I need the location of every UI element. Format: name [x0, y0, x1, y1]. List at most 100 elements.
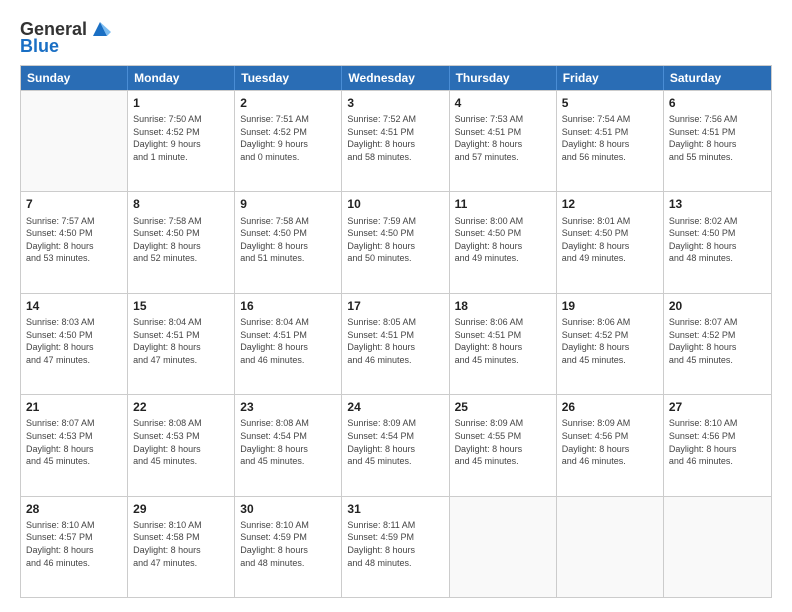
cell-info: Sunrise: 8:10 AMSunset: 4:56 PMDaylight:… — [669, 417, 766, 467]
header: General Blue — [20, 18, 772, 57]
cell-info: Sunrise: 7:59 AMSunset: 4:50 PMDaylight:… — [347, 215, 443, 265]
cell-info: Sunrise: 7:52 AMSunset: 4:51 PMDaylight:… — [347, 113, 443, 163]
calendar-day-header: Saturday — [664, 66, 771, 90]
calendar-row: 28 Sunrise: 8:10 AMSunset: 4:57 PMDayligh… — [21, 496, 771, 597]
calendar-day-header: Monday — [128, 66, 235, 90]
calendar-cell: 24 Sunrise: 8:09 AMSunset: 4:54 PMDayligh… — [342, 395, 449, 495]
calendar-cell: 1 Sunrise: 7:50 AMSunset: 4:52 PMDaylight… — [128, 91, 235, 191]
calendar-cell: 5 Sunrise: 7:54 AMSunset: 4:51 PMDaylight… — [557, 91, 664, 191]
cell-info: Sunrise: 8:06 AMSunset: 4:51 PMDaylight:… — [455, 316, 551, 366]
day-number: 7 — [26, 196, 122, 212]
day-number: 23 — [240, 399, 336, 415]
calendar-cell: 31Sunrise: 8:11 AMSunset: 4:59 PMDayligh… — [342, 497, 449, 597]
day-number: 15 — [133, 298, 229, 314]
calendar-row: 7 Sunrise: 7:57 AMSunset: 4:50 PMDaylight… — [21, 191, 771, 292]
calendar-header: SundayMondayTuesdayWednesdayThursdayFrid… — [21, 66, 771, 90]
day-number: 25 — [455, 399, 551, 415]
calendar-cell: 4 Sunrise: 7:53 AMSunset: 4:51 PMDaylight… — [450, 91, 557, 191]
calendar-cell: 6 Sunrise: 7:56 AMSunset: 4:51 PMDaylight… — [664, 91, 771, 191]
calendar-day-header: Tuesday — [235, 66, 342, 90]
cell-info: Sunrise: 8:09 AMSunset: 4:56 PMDaylight:… — [562, 417, 658, 467]
cell-info: Sunrise: 7:54 AMSunset: 4:51 PMDaylight:… — [562, 113, 658, 163]
day-number: 12 — [562, 196, 658, 212]
cell-info: Sunrise: 7:58 AMSunset: 4:50 PMDaylight:… — [133, 215, 229, 265]
day-number: 4 — [455, 95, 551, 111]
calendar-cell: 25 Sunrise: 8:09 AMSunset: 4:55 PMDayligh… — [450, 395, 557, 495]
calendar: SundayMondayTuesdayWednesdayThursdayFrid… — [20, 65, 772, 598]
cell-info: Sunrise: 7:57 AMSunset: 4:50 PMDaylight:… — [26, 215, 122, 265]
cell-info: Sunrise: 8:09 AMSunset: 4:55 PMDaylight:… — [455, 417, 551, 467]
calendar-cell — [450, 497, 557, 597]
cell-info: Sunrise: 8:02 AMSunset: 4:50 PMDaylight:… — [669, 215, 766, 265]
day-number: 17 — [347, 298, 443, 314]
day-number: 27 — [669, 399, 766, 415]
day-number: 16 — [240, 298, 336, 314]
calendar-cell: 26 Sunrise: 8:09 AMSunset: 4:56 PMDayligh… — [557, 395, 664, 495]
cell-info: Sunrise: 8:06 AMSunset: 4:52 PMDaylight:… — [562, 316, 658, 366]
calendar-cell: 8 Sunrise: 7:58 AMSunset: 4:50 PMDaylight… — [128, 192, 235, 292]
cell-info: Sunrise: 8:11 AMSunset: 4:59 PMDaylight:… — [347, 519, 443, 569]
calendar-cell: 22 Sunrise: 8:08 AMSunset: 4:53 PMDayligh… — [128, 395, 235, 495]
day-number: 24 — [347, 399, 443, 415]
calendar-cell: 7 Sunrise: 7:57 AMSunset: 4:50 PMDaylight… — [21, 192, 128, 292]
calendar-cell: 27 Sunrise: 8:10 AMSunset: 4:56 PMDayligh… — [664, 395, 771, 495]
calendar-cell: 10 Sunrise: 7:59 AMSunset: 4:50 PMDayligh… — [342, 192, 449, 292]
calendar-cell: 21Sunrise: 8:07 AMSunset: 4:53 PMDayligh… — [21, 395, 128, 495]
calendar-cell: 11 Sunrise: 8:00 AMSunset: 4:50 PMDayligh… — [450, 192, 557, 292]
cell-info: Sunrise: 8:10 AMSunset: 4:58 PMDaylight:… — [133, 519, 229, 569]
cell-info: Sunrise: 8:00 AMSunset: 4:50 PMDaylight:… — [455, 215, 551, 265]
calendar-cell: 15Sunrise: 8:04 AMSunset: 4:51 PMDayligh… — [128, 294, 235, 394]
day-number: 10 — [347, 196, 443, 212]
cell-info: Sunrise: 7:58 AMSunset: 4:50 PMDaylight:… — [240, 215, 336, 265]
calendar-cell: 19 Sunrise: 8:06 AMSunset: 4:52 PMDayligh… — [557, 294, 664, 394]
calendar-cell — [21, 91, 128, 191]
day-number: 18 — [455, 298, 551, 314]
calendar-day-header: Thursday — [450, 66, 557, 90]
day-number: 1 — [133, 95, 229, 111]
calendar-row: 14 Sunrise: 8:03 AMSunset: 4:50 PMDayligh… — [21, 293, 771, 394]
day-number: 14 — [26, 298, 122, 314]
day-number: 22 — [133, 399, 229, 415]
cell-info: Sunrise: 8:10 AMSunset: 4:59 PMDaylight:… — [240, 519, 336, 569]
calendar-body: 1 Sunrise: 7:50 AMSunset: 4:52 PMDaylight… — [21, 90, 771, 597]
cell-info: Sunrise: 8:08 AMSunset: 4:53 PMDaylight:… — [133, 417, 229, 467]
cell-info: Sunrise: 8:03 AMSunset: 4:50 PMDaylight:… — [26, 316, 122, 366]
calendar-cell: 13Sunrise: 8:02 AMSunset: 4:50 PMDayligh… — [664, 192, 771, 292]
logo-blue-text: Blue — [20, 36, 59, 57]
cell-info: Sunrise: 8:04 AMSunset: 4:51 PMDaylight:… — [240, 316, 336, 366]
logo-icon — [89, 18, 111, 40]
day-number: 20 — [669, 298, 766, 314]
calendar-cell: 16 Sunrise: 8:04 AMSunset: 4:51 PMDayligh… — [235, 294, 342, 394]
cell-info: Sunrise: 7:56 AMSunset: 4:51 PMDaylight:… — [669, 113, 766, 163]
day-number: 19 — [562, 298, 658, 314]
day-number: 29 — [133, 501, 229, 517]
calendar-day-header: Wednesday — [342, 66, 449, 90]
day-number: 30 — [240, 501, 336, 517]
cell-info: Sunrise: 7:53 AMSunset: 4:51 PMDaylight:… — [455, 113, 551, 163]
day-number: 28 — [26, 501, 122, 517]
calendar-cell: 23Sunrise: 8:08 AMSunset: 4:54 PMDayligh… — [235, 395, 342, 495]
day-number: 5 — [562, 95, 658, 111]
calendar-cell: 12 Sunrise: 8:01 AMSunset: 4:50 PMDayligh… — [557, 192, 664, 292]
calendar-cell: 18 Sunrise: 8:06 AMSunset: 4:51 PMDayligh… — [450, 294, 557, 394]
cell-info: Sunrise: 8:01 AMSunset: 4:50 PMDaylight:… — [562, 215, 658, 265]
calendar-cell: 28 Sunrise: 8:10 AMSunset: 4:57 PMDayligh… — [21, 497, 128, 597]
day-number: 26 — [562, 399, 658, 415]
day-number: 6 — [669, 95, 766, 111]
day-number: 3 — [347, 95, 443, 111]
cell-info: Sunrise: 7:50 AMSunset: 4:52 PMDaylight:… — [133, 113, 229, 163]
cell-info: Sunrise: 8:07 AMSunset: 4:52 PMDaylight:… — [669, 316, 766, 366]
calendar-cell — [664, 497, 771, 597]
day-number: 11 — [455, 196, 551, 212]
day-number: 8 — [133, 196, 229, 212]
day-number: 21 — [26, 399, 122, 415]
cell-info: Sunrise: 8:10 AMSunset: 4:57 PMDaylight:… — [26, 519, 122, 569]
cell-info: Sunrise: 8:09 AMSunset: 4:54 PMDaylight:… — [347, 417, 443, 467]
calendar-cell: 29 Sunrise: 8:10 AMSunset: 4:58 PMDayligh… — [128, 497, 235, 597]
calendar-cell: 9Sunrise: 7:58 AMSunset: 4:50 PMDaylight… — [235, 192, 342, 292]
day-number: 2 — [240, 95, 336, 111]
calendar-cell: 2 Sunrise: 7:51 AMSunset: 4:52 PMDaylight… — [235, 91, 342, 191]
cell-info: Sunrise: 7:51 AMSunset: 4:52 PMDaylight:… — [240, 113, 336, 163]
calendar-day-header: Sunday — [21, 66, 128, 90]
calendar-day-header: Friday — [557, 66, 664, 90]
